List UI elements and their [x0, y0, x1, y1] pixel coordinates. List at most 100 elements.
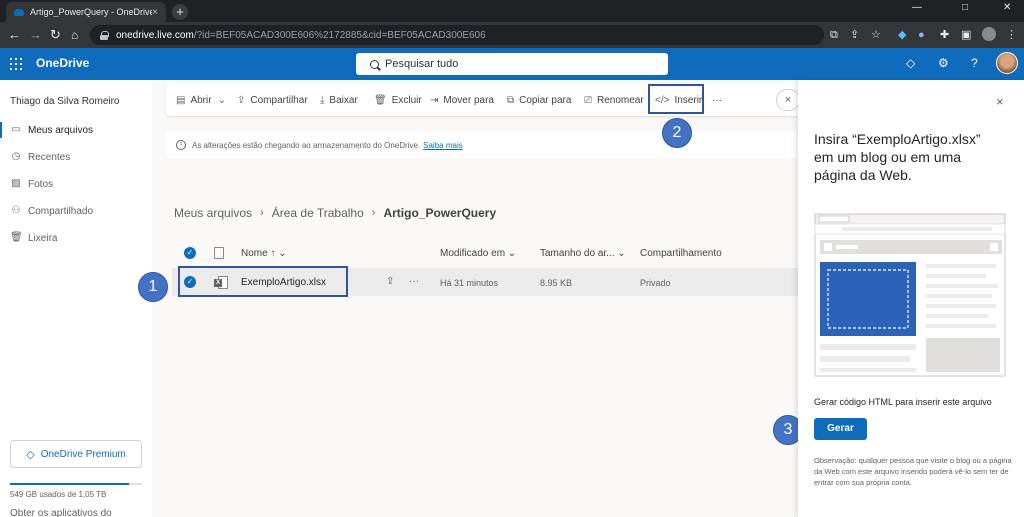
- illustration-text-line: [926, 284, 998, 288]
- settings-gear-icon[interactable]: ⚙: [938, 56, 949, 70]
- back-arrow-icon[interactable]: ←: [8, 27, 21, 43]
- rename-button[interactable]: ⎚ Renomear: [584, 93, 644, 107]
- maximize-window-icon[interactable]: □: [962, 2, 968, 13]
- get-apps-link[interactable]: Obter os aplicativos do: [10, 508, 112, 517]
- install-app-icon[interactable]: ⧉: [830, 29, 838, 41]
- lock-icon: [100, 30, 109, 40]
- reload-icon[interactable]: ↻: [50, 27, 61, 43]
- close-window-icon[interactable]: ✕: [1003, 2, 1011, 13]
- column-modified[interactable]: Modificado em ⌄: [440, 248, 516, 259]
- move-to-button[interactable]: ⇥ Mover para: [430, 93, 494, 107]
- extension-circle-icon[interactable]: ●: [918, 29, 925, 41]
- file-type-icon: [214, 247, 224, 259]
- browser-menu-icon[interactable]: ⋮: [1006, 29, 1017, 41]
- illustration-text-line: [926, 294, 992, 298]
- app-brand[interactable]: OneDrive: [36, 56, 89, 70]
- download-button[interactable]: ⤓ Baixar: [320, 93, 358, 107]
- home-icon[interactable]: ⌂: [71, 27, 78, 43]
- delete-button[interactable]: 🗑 Excluir: [374, 93, 422, 107]
- panel-title: Insira “ExemploArtigo.xlsx” em um blog o…: [814, 131, 981, 183]
- address-bar[interactable]: onedrive.live.com /?id=BEF05ACAD300E606%…: [90, 25, 824, 45]
- help-icon[interactable]: ?: [971, 56, 978, 70]
- panel-close-icon[interactable]: ×: [996, 94, 1004, 109]
- illustration-text-line: [926, 304, 996, 308]
- column-size[interactable]: Tamanho do ar... ⌄: [540, 248, 626, 259]
- share-icon[interactable]: ⇪: [850, 29, 859, 41]
- search-box[interactable]: Pesquisar tudo: [356, 53, 668, 75]
- info-icon: i: [176, 140, 186, 150]
- search-placeholder: Pesquisar tudo: [385, 58, 459, 70]
- nav-item-recycle-bin[interactable]: 🗑 Lixeira: [0, 227, 152, 249]
- trash-icon: 🗑: [374, 94, 387, 106]
- illustration-text-line: [926, 264, 996, 268]
- share-label: Compartilhar: [250, 94, 308, 106]
- illustration-nav: [836, 245, 858, 249]
- premium-diamond-icon[interactable]: ◇: [906, 56, 915, 70]
- select-all-check-icon[interactable]: ✓: [184, 247, 196, 259]
- chevron-down-icon: ⌄: [217, 94, 226, 106]
- tab-close-icon[interactable]: ×: [152, 7, 158, 18]
- row-more-button[interactable]: ···: [409, 276, 419, 287]
- column-name[interactable]: Nome ↑ ⌄: [241, 248, 287, 259]
- nav-label: Fotos: [28, 178, 54, 190]
- row-size: 8.95 KB: [540, 278, 573, 288]
- extensions-puzzle-icon[interactable]: ✚: [940, 29, 949, 41]
- breadcrumb-my-files[interactable]: Meus arquivos: [174, 206, 252, 220]
- storage-bar: [10, 483, 142, 485]
- onedrive-header: OneDrive Pesquisar tudo ◇ ⚙ ?: [0, 48, 1024, 80]
- row-file-name[interactable]: ExemploArtigo.xlsx: [241, 277, 326, 288]
- code-icon: </>: [655, 94, 670, 106]
- nav-label: Compartilhado: [28, 205, 94, 217]
- row-sharing: Privado: [640, 278, 671, 288]
- row-selected-check-icon[interactable]: ✓: [184, 276, 196, 288]
- delete-label: Excluir: [391, 94, 422, 106]
- photo-icon: ▨: [11, 178, 21, 189]
- premium-label: OneDrive Premium: [40, 448, 126, 460]
- embed-label: Inserir: [674, 94, 703, 106]
- nav-item-my-files[interactable]: ▭ Meus arquivos: [0, 119, 152, 141]
- new-tab-button[interactable]: +: [172, 4, 188, 20]
- move-label: Mover para: [443, 94, 494, 106]
- illustration-text-line: [820, 368, 916, 372]
- generate-button[interactable]: Gerar: [814, 418, 867, 440]
- clock-icon: ◷: [11, 151, 21, 162]
- step-marker-1: 1: [138, 272, 168, 302]
- storage-notice: i As alterações estão chegando ao armaze…: [166, 132, 798, 158]
- app-launcher-icon[interactable]: [10, 58, 22, 70]
- learn-more-link[interactable]: Saiba mais: [423, 141, 463, 150]
- url-path: /?id=BEF05ACAD300E606%2172885&cid=BEF05A…: [193, 29, 486, 41]
- embed-button[interactable]: </> Inserir: [655, 93, 702, 107]
- breadcrumb-desktop[interactable]: Área de Trabalho: [272, 206, 364, 220]
- row-share-icon[interactable]: ⇪: [386, 276, 394, 287]
- profile-avatar-icon[interactable]: [982, 27, 996, 41]
- folder-icon: ▭: [11, 124, 21, 135]
- people-icon: ⚇: [11, 205, 21, 216]
- search-icon: [370, 59, 379, 69]
- nav-item-photos[interactable]: ▨ Fotos: [0, 173, 152, 195]
- breadcrumb-separator: ›: [260, 207, 264, 219]
- illustration-url: [842, 227, 992, 231]
- bookmark-star-icon[interactable]: ☆: [871, 29, 881, 41]
- copy-to-button[interactable]: ⧉ Copiar para: [507, 93, 571, 107]
- browser-tab[interactable]: Artigo_PowerQuery - OneDrive ×: [6, 2, 166, 22]
- extension-shield-icon[interactable]: ◆: [898, 29, 906, 41]
- rename-icon: ⎚: [584, 94, 592, 106]
- storage-usage-text[interactable]: 549 GB usados de 1,05 TB: [10, 490, 106, 499]
- panel-note: Observação: qualquer pessoa que visite o…: [814, 456, 1012, 487]
- open-button[interactable]: ▤ Abrir ⌄: [176, 93, 231, 107]
- minimize-window-icon[interactable]: —: [912, 2, 922, 13]
- forward-arrow-icon[interactable]: →: [29, 27, 42, 43]
- column-sharing[interactable]: Compartilhamento: [640, 248, 722, 259]
- more-actions-button[interactable]: ···: [712, 93, 722, 107]
- nav-label: Recentes: [28, 151, 71, 163]
- onedrive-premium-button[interactable]: ◇ OneDrive Premium: [10, 440, 142, 468]
- nav-item-shared[interactable]: ⚇ Compartilhado: [0, 200, 152, 222]
- share-button[interactable]: ⇪ Compartilhar: [237, 93, 308, 107]
- user-avatar[interactable]: [996, 52, 1018, 74]
- excel-file-icon: X: [214, 276, 228, 289]
- side-panel-icon[interactable]: ▣: [961, 29, 971, 41]
- breadcrumb-current: Artigo_PowerQuery: [383, 206, 497, 220]
- illustration-text-line: [820, 344, 916, 350]
- close-selection-button[interactable]: ×: [776, 89, 800, 111]
- nav-item-recent[interactable]: ◷ Recentes: [0, 146, 152, 168]
